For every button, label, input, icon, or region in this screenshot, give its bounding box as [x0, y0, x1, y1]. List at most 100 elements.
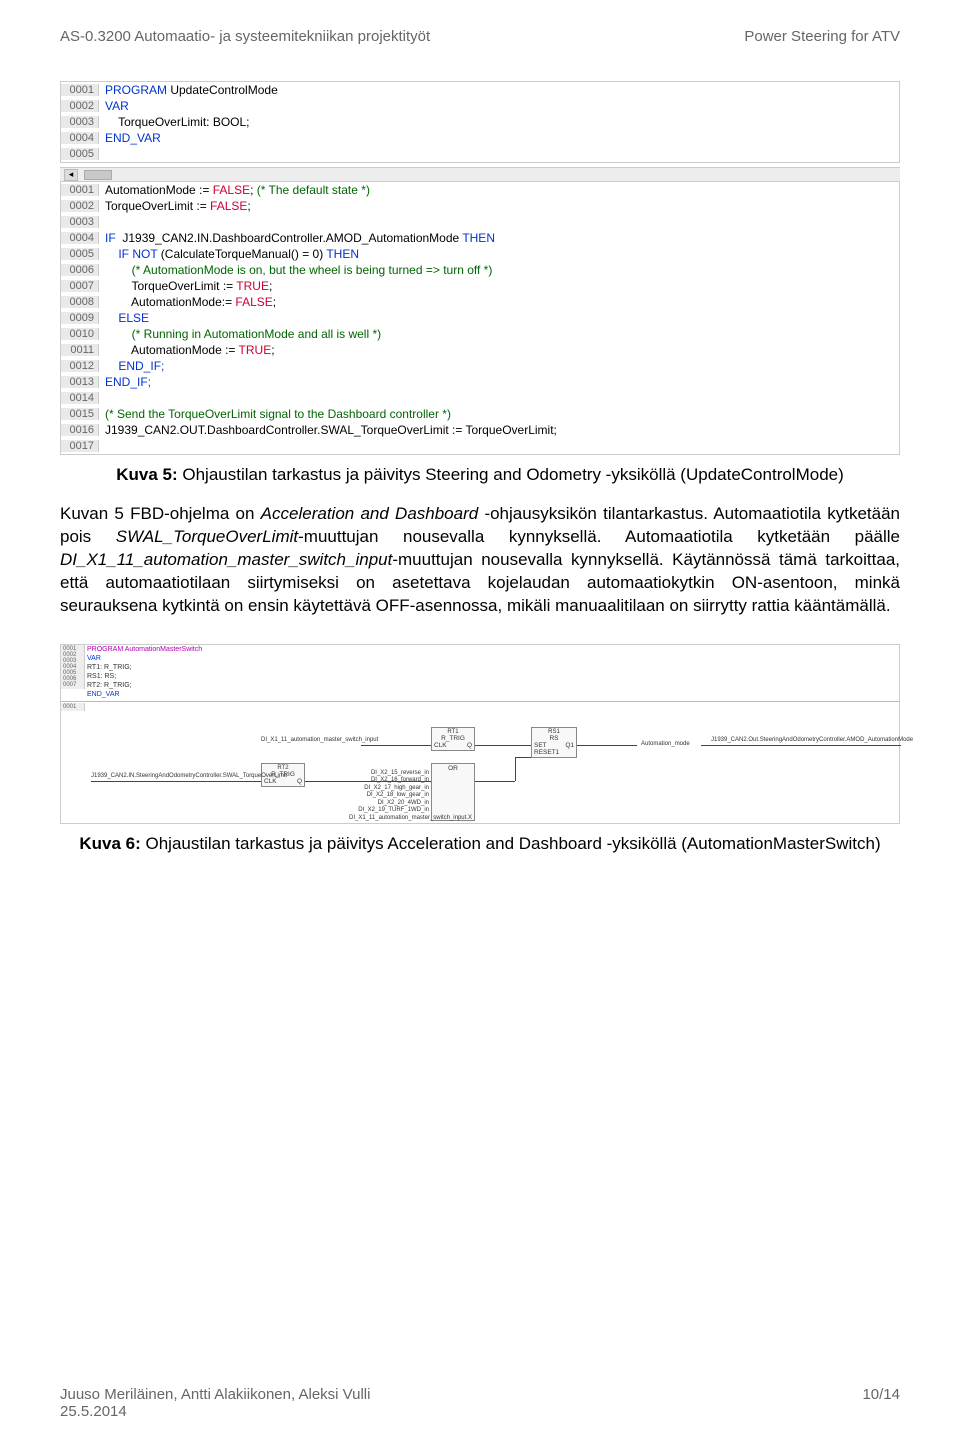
line-number: 0009 [61, 312, 99, 324]
code-content: AutomationMode := TRUE; [99, 343, 275, 357]
code-line: 0003 TorqueOverLimit: BOOL; [61, 114, 899, 130]
line-number: 0002 [61, 200, 99, 212]
header-right: Power Steering for ATV [744, 28, 900, 45]
pin-clk: CLK [434, 742, 447, 749]
block-rt1: RT1 R_TRIG CLKQ [431, 727, 475, 751]
code-line: 0001AutomationMode := FALSE; (* The defa… [61, 182, 899, 198]
code-editor-body: 0001AutomationMode := FALSE; (* The defa… [60, 181, 900, 455]
figure-5-caption: Kuva 5: Ohjaustilan tarkastus ja päivity… [60, 465, 900, 485]
body-paragraph: Kuvan 5 FBD-ohjelma on Acceleration and … [60, 503, 900, 618]
page-footer: Juuso Meriläinen, Antti Alakiikonen, Ale… [60, 1386, 900, 1420]
pin-q: Q [467, 742, 472, 749]
code-content: PROGRAM UpdateControlMode [99, 83, 278, 97]
footer-authors: Juuso Meriläinen, Antti Alakiikonen, Ale… [60, 1386, 370, 1403]
code-line: 0002VAR [61, 98, 899, 114]
code-content: AutomationMode := FALSE; (* The default … [99, 183, 370, 197]
code-line: 0001PROGRAM UpdateControlMode [61, 82, 899, 98]
block-or: OR [431, 763, 475, 821]
line-number: 0001 [61, 184, 99, 196]
code-line: 0011 AutomationMode := TRUE; [61, 342, 899, 358]
block-rt1-type: R_TRIG [434, 735, 472, 742]
figure-6-text: Ohjaustilan tarkastus ja päivitys Accele… [141, 834, 881, 853]
pin-reset: RESET1 [534, 749, 574, 756]
code-content: TorqueOverLimit := TRUE; [99, 279, 272, 293]
block-or-type: OR [434, 765, 472, 772]
code-editor-declarations: 0001PROGRAM UpdateControlMode0002VAR0003… [60, 81, 900, 163]
code-content: END_IF; [99, 375, 151, 389]
wire [475, 745, 531, 746]
figure-6-caption: Kuva 6: Ohjaustilan tarkastus ja päivity… [60, 834, 900, 854]
code-line: 0016J1939_CAN2.OUT.DashboardController.S… [61, 422, 899, 438]
wire [475, 781, 515, 782]
code-content: END_VAR [99, 131, 161, 145]
label-torque-overlimit: J1939_CAN2.IN.SteeringAndOdometryControl… [91, 773, 287, 779]
pin-q1: Q1 [565, 742, 574, 749]
code-content: TorqueOverLimit: BOOL; [99, 115, 250, 129]
code-line: 0010 (* Running in AutomationMode and al… [61, 326, 899, 342]
pin-q-2: Q [297, 778, 302, 785]
scrollbar-strip: ◂ [60, 167, 900, 181]
figure-6-label: Kuva 6: [79, 834, 140, 853]
code-content: AutomationMode:= FALSE; [99, 295, 276, 309]
line-number: 0004 [61, 232, 99, 244]
line-number: 0006 [61, 264, 99, 276]
body-run-3: -muuttujan nousevalla kynnyksellä. Autom… [298, 527, 900, 546]
line-number: 0015 [61, 408, 99, 420]
line-number: 0001 [61, 84, 99, 96]
code-content: J1939_CAN2.OUT.DashboardController.SWAL_… [99, 423, 557, 437]
diagram-line-numbers-2: 0001 [61, 703, 85, 711]
line-number: 0016 [61, 424, 99, 436]
code-content: IF NOT (CalculateTorqueManual() = 0) THE… [99, 247, 359, 261]
diagram-separator [61, 701, 899, 702]
wire [701, 745, 901, 746]
code-line: 0003 [61, 214, 899, 230]
code-line: 0004END_VAR [61, 130, 899, 146]
code-content: END_IF; [99, 359, 164, 373]
line-number: 0017 [61, 440, 99, 452]
body-run-1: Kuvan 5 FBD-ohjelma on [60, 504, 261, 523]
wire [577, 745, 637, 746]
wire [515, 757, 516, 781]
body-italic-1: Acceleration and Dashboard [261, 504, 479, 523]
line-number: 0004 [61, 132, 99, 144]
body-italic-3: DI_X1_11_automation_master_switch_input [60, 550, 392, 569]
code-content: (* Running in AutomationMode and all is … [99, 327, 381, 341]
line-number: 0002 [61, 100, 99, 112]
diagram-var-header: PROGRAM AutomationMasterSwitchVAR RT1: R… [87, 645, 202, 699]
page-header: AS-0.3200 Automaatio- ja systeemitekniik… [60, 28, 900, 45]
line-number: 0011 [61, 344, 99, 356]
footer-left: Juuso Meriläinen, Antti Alakiikonen, Ale… [60, 1386, 370, 1420]
block-rs1-type: RS [534, 735, 574, 742]
label-di-input: DI_X1_11_automation_master_switch_input [261, 737, 378, 743]
line-number: 0008 [61, 296, 99, 308]
code-line: 0004IF J1939_CAN2.IN.DashboardController… [61, 230, 899, 246]
code-line: 0008 AutomationMode:= FALSE; [61, 294, 899, 310]
label-or-inputs: DI_X2_15_reverse_inDI_X2_16_forward_inDI… [349, 770, 429, 823]
line-number: 0007 [61, 280, 99, 292]
code-content: TorqueOverLimit := FALSE; [99, 199, 251, 213]
code-line: 0002TorqueOverLimit := FALSE; [61, 198, 899, 214]
code-line: 0005 IF NOT (CalculateTorqueManual() = 0… [61, 246, 899, 262]
pin-clk-2: CLK [264, 778, 277, 785]
label-automation-mode: Automation_mode [641, 741, 690, 747]
fbd-diagram: 0001000200030004000500060007 PROGRAM Aut… [60, 644, 900, 824]
line-number: 0012 [61, 360, 99, 372]
label-amod-output: J1939_CAN2.Out.SteeringAndOdometryContro… [711, 737, 913, 743]
scroll-thumb[interactable] [84, 170, 112, 180]
footer-page-number: 10/14 [862, 1386, 900, 1420]
code-line: 0006 (* AutomationMode is on, but the wh… [61, 262, 899, 278]
line-number: 0003 [61, 116, 99, 128]
code-content: IF J1939_CAN2.IN.DashboardController.AMO… [99, 231, 495, 245]
code-content: (* Send the TorqueOverLimit signal to th… [99, 407, 451, 421]
scroll-left-icon[interactable]: ◂ [64, 169, 78, 181]
pin-set: SET [534, 742, 547, 749]
diagram-line-numbers: 0001000200030004000500060007 [61, 645, 85, 689]
code-line: 0005 [61, 146, 899, 162]
wire [361, 745, 431, 746]
code-line: 0007 TorqueOverLimit := TRUE; [61, 278, 899, 294]
block-rs1: RS1 RS SETQ1 RESET1 [531, 727, 577, 758]
code-line: 0012 END_IF; [61, 358, 899, 374]
code-line: 0013END_IF; [61, 374, 899, 390]
line-number: 0005 [61, 248, 99, 260]
code-line: 0015(* Send the TorqueOverLimit signal t… [61, 406, 899, 422]
